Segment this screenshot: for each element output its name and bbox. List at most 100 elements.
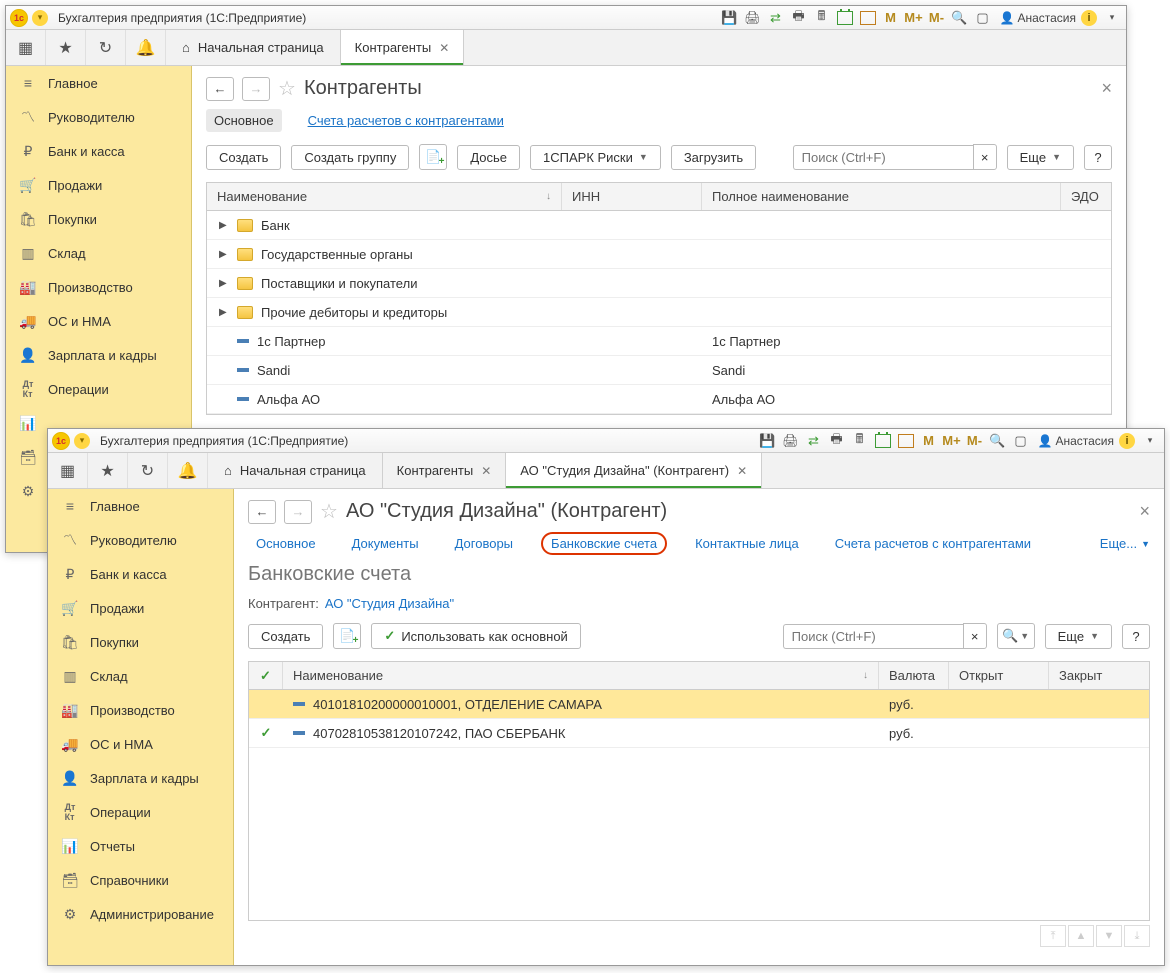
col-mark[interactable]: ✓ [249, 662, 283, 689]
favorites-icon[interactable]: ★ [46, 30, 86, 65]
sidebar-item-sales[interactable]: 🛒Продажи [48, 591, 233, 625]
sidebar-item-admin[interactable]: ⚙Администрирование [48, 897, 233, 931]
memory-mminus-button[interactable]: M- [927, 9, 947, 27]
clear-search-button[interactable]: × [973, 144, 997, 170]
close-icon[interactable]: ✕ [481, 464, 491, 478]
user-menu[interactable]: 👤Анастасия [1000, 11, 1077, 25]
expand-icon[interactable]: ▶ [219, 278, 229, 289]
zoom-icon[interactable]: 🔍 [988, 432, 1008, 450]
search-input[interactable] [783, 624, 963, 649]
col-opened[interactable]: Открыт [949, 662, 1049, 689]
close-icon[interactable]: ✕ [737, 464, 747, 478]
sidebar-item-production[interactable]: 🏭Производство [48, 693, 233, 727]
scroll-up-button[interactable]: ▲ [1068, 925, 1094, 947]
calculator-icon[interactable]: 🖩 [812, 9, 832, 27]
help-button[interactable]: ? [1122, 624, 1150, 649]
calendar-orange-icon[interactable] [896, 432, 916, 450]
calculator-icon[interactable]: 🖩 [850, 432, 870, 450]
tab-counterparties[interactable]: Контрагенты ✕ [341, 30, 465, 65]
subtab-more[interactable]: Еще...▼ [1100, 532, 1150, 555]
create-group-button[interactable]: Создать группу [291, 145, 409, 170]
counterparty-link[interactable]: АО "Студия Дизайна" [325, 596, 454, 611]
sidebar-item-sales[interactable]: 🛒Продажи [6, 168, 191, 202]
table-row[interactable]: Альфа АОАльфа АО [207, 385, 1111, 414]
nav-forward-button[interactable]: → [242, 77, 270, 101]
app-menu-dropdown[interactable]: ▾ [74, 433, 90, 449]
info-dropdown[interactable]: ▾ [1140, 432, 1160, 450]
sidebar-item-warehouse[interactable]: ▥Склад [48, 659, 233, 693]
sidebar-item-purchases[interactable]: 🛍Покупки [48, 625, 233, 659]
print-icon[interactable]: 🖨 [743, 9, 763, 27]
print-icon[interactable]: 🖨 [781, 432, 801, 450]
expand-icon[interactable]: ▶ [219, 249, 229, 260]
more-button[interactable]: Еще▼ [1007, 145, 1074, 170]
zoom-icon[interactable]: 🔍 [950, 9, 970, 27]
sidebar-item-purchases[interactable]: 🛍Покупки [6, 202, 191, 236]
expand-icon[interactable]: ▶ [219, 220, 229, 231]
star-icon[interactable]: ☆ [320, 499, 338, 524]
find-by-id-button[interactable]: 📄+ [419, 144, 447, 170]
subtab-main[interactable]: Основное [206, 109, 282, 132]
print2-icon[interactable]: 🖶 [789, 9, 809, 27]
table-row[interactable]: SandiSandi [207, 356, 1111, 385]
spark-button[interactable]: 1СПАРК Риски▼ [530, 145, 661, 170]
app-menu-dropdown[interactable]: ▾ [32, 10, 48, 26]
col-fullname[interactable]: Полное наименование [702, 183, 1061, 210]
notifications-icon[interactable]: 🔔 [126, 30, 166, 65]
sidebar-item-bank[interactable]: ₽Банк и касса [6, 134, 191, 168]
memory-m-button[interactable]: M [919, 432, 939, 450]
tab-counterparties[interactable]: Контрагенты ✕ [383, 453, 507, 488]
notifications-icon[interactable]: 🔔 [168, 453, 208, 488]
sidebar-item-operations[interactable]: ДтКтОперации [6, 372, 191, 406]
nav-back-button[interactable]: ← [206, 77, 234, 101]
info-dropdown[interactable]: ▾ [1102, 9, 1122, 27]
sidebar-item-warehouse[interactable]: ▥Склад [6, 236, 191, 270]
subtab-documents[interactable]: Документы [344, 532, 427, 555]
nav-back-button[interactable]: ← [248, 500, 276, 524]
col-currency[interactable]: Валюта [879, 662, 949, 689]
clear-search-button[interactable]: × [963, 623, 987, 649]
memory-m-button[interactable]: M [881, 9, 901, 27]
folder-row[interactable]: ▶Прочие дебиторы и кредиторы [207, 298, 1111, 327]
subtab-accounts[interactable]: Счета расчетов с контрагентами [300, 109, 512, 132]
folder-row[interactable]: ▶Банк [207, 211, 1111, 240]
tab-home[interactable]: ⌂ Начальная страница [166, 30, 341, 65]
help-button[interactable]: ? [1084, 145, 1112, 170]
table-row[interactable]: 40101810200000010001, ОТДЕЛЕНИЕ САМАРА р… [249, 690, 1149, 719]
user-menu[interactable]: 👤Анастасия [1038, 434, 1115, 448]
subtab-settlements[interactable]: Счета расчетов с контрагентами [827, 532, 1039, 555]
calendar-green-icon[interactable] [873, 432, 893, 450]
sidebar-item-bank[interactable]: ₽Банк и касса [48, 557, 233, 591]
info-icon[interactable]: i [1117, 432, 1137, 450]
col-name[interactable]: Наименование [217, 189, 307, 204]
panels-icon[interactable]: ▢ [1011, 432, 1031, 450]
sidebar-item-hr[interactable]: 👤Зарплата и кадры [6, 338, 191, 372]
col-closed[interactable]: Закрыт [1049, 662, 1149, 689]
sidebar-item-hr[interactable]: 👤Зарплата и кадры [48, 761, 233, 795]
subtab-contracts[interactable]: Договоры [447, 532, 521, 555]
save-icon[interactable]: 💾 [720, 9, 740, 27]
scroll-top-button[interactable]: ⤒ [1040, 925, 1066, 947]
info-icon[interactable]: i [1079, 9, 1099, 27]
subtab-main[interactable]: Основное [248, 532, 324, 555]
tab-counterparty-detail[interactable]: АО "Студия Дизайна" (Контрагент) ✕ [506, 453, 762, 488]
sidebar-item-main[interactable]: ≡Главное [6, 66, 191, 100]
save-icon[interactable]: 💾 [758, 432, 778, 450]
scroll-bottom-button[interactable]: ⤓ [1124, 925, 1150, 947]
dossier-button[interactable]: Досье [457, 145, 520, 170]
calendar-green-icon[interactable] [835, 9, 855, 27]
folder-row[interactable]: ▶Государственные органы [207, 240, 1111, 269]
memory-mminus-button[interactable]: M- [965, 432, 985, 450]
print2-icon[interactable]: 🖶 [827, 432, 847, 450]
star-icon[interactable]: ☆ [278, 76, 296, 101]
subtab-contacts[interactable]: Контактные лица [687, 532, 807, 555]
apps-grid-icon[interactable]: ▦ [6, 30, 46, 65]
history-icon[interactable]: ↻ [128, 453, 168, 488]
table-row[interactable]: ✓ 40702810538120107242, ПАО СБЕРБАНК руб… [249, 719, 1149, 748]
sidebar-item-manager[interactable]: 〽Руководителю [6, 100, 191, 134]
sidebar-item-assets[interactable]: 🚚ОС и НМА [6, 304, 191, 338]
create-copy-button[interactable]: 📄+ [333, 623, 361, 649]
panels-icon[interactable]: ▢ [973, 9, 993, 27]
download-button[interactable]: Загрузить [671, 145, 756, 170]
sidebar-item-catalogs[interactable]: 🗃Справочники [48, 863, 233, 897]
